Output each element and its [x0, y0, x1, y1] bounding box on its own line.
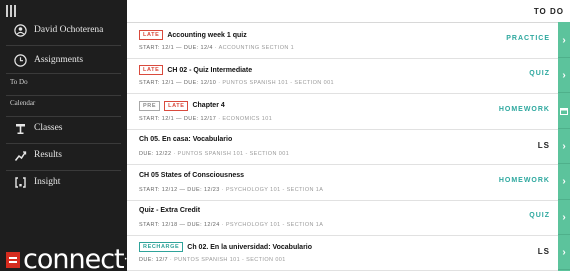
assignment-course: PUNTOS SPANISH 101 - SECTION 001 — [222, 80, 334, 87]
connect-logo: connect • — [6, 246, 127, 273]
sidebar-item-calendar[interactable]: Calendar — [0, 90, 127, 116]
assignment-course: PUNTOS SPANISH 101 - SECTION 001 — [174, 257, 286, 264]
sidebar-item-label: Results — [34, 150, 62, 160]
assignment-type: HOMEWORK — [498, 105, 550, 113]
assignment-course: PSYCHOLOGY 101 - SECTION 1A — [225, 222, 324, 228]
assignment-title[interactable]: Quiz - Extra Credit — [139, 207, 200, 214]
assignment-title[interactable]: CH 02 - Quiz Intermediate — [167, 67, 252, 74]
assignment-type: LS — [537, 247, 550, 257]
assignment-title[interactable]: Ch 05. En casa: Vocabulario — [139, 136, 232, 143]
assignment-dates: DUE: 12/7 — [139, 257, 168, 264]
chevron-right-icon[interactable]: › — [558, 235, 570, 271]
sidebar-item-profile[interactable]: David Ochoterena — [0, 17, 127, 43]
insight-bracket-icon — [6, 176, 34, 189]
assignment-row[interactable]: Ch 05. En casa: Vocabulario DUE: 12/22 · … — [127, 129, 558, 166]
sidebar-item-label: Classes — [34, 123, 63, 133]
calendar-icon[interactable] — [558, 94, 570, 129]
assignment-type: HOMEWORK — [498, 176, 550, 184]
assignment-dates: START: 12/1 — DUE: 12/10 — [139, 80, 217, 87]
assignment-dates: DUE: 12/22 — [139, 151, 172, 158]
chevron-right-icon[interactable]: › — [558, 23, 570, 58]
assignment-title[interactable]: Chapter 4 — [192, 102, 224, 109]
divider — [6, 45, 121, 46]
assignment-row[interactable]: LATE CH 02 - Quiz Intermediate START: 12/1… — [127, 58, 558, 95]
todo-panel: TO DO LATE Accounting week 1 quiz START: 1… — [127, 0, 570, 272]
assignment-course: PSYCHOLOGY 101 - SECTION 1A — [225, 186, 324, 193]
assignment-dates: START: 12/1 — DUE: 12/4 — [139, 45, 213, 51]
pre-badge: PRE — [139, 100, 161, 111]
clock-icon — [6, 53, 34, 67]
chevron-right-icon[interactable]: › — [558, 129, 570, 165]
user-circle-icon — [6, 23, 34, 37]
sidebar-item-label: Assignments — [34, 55, 84, 65]
assignment-course: PUNTOS SPANISH 101 - SECTION 001 — [177, 151, 290, 158]
sidebar: David Ochoterena Assignments To Do Calen… — [0, 0, 127, 273]
assignment-type: PRACTICE — [506, 35, 550, 42]
late-badge: LATE — [139, 30, 164, 40]
assignment-course: ECONOMICS 101 — [222, 115, 273, 122]
late-badge: LATE — [164, 100, 189, 111]
assignment-row[interactable]: PRE LATE Chapter 4 START: 12/1 — DUE: 12/17… — [127, 94, 558, 130]
assignment-type: QUIZ — [529, 70, 550, 78]
lectern-icon — [6, 122, 34, 135]
assignment-row[interactable]: CH 05 States of Consciousness START: 12/1… — [127, 165, 558, 201]
sidebar-item-label: David Ochoterena — [34, 25, 104, 35]
assignment-dates: START: 12/1 — DUE: 12/17 — [139, 115, 217, 122]
chevron-right-icon[interactable]: › — [558, 200, 570, 235]
assignment-type: LS — [537, 141, 550, 151]
assignment-row[interactable]: LATE Accounting week 1 quiz START: 12/1 — … — [127, 23, 558, 59]
assignment-type: QUIZ — [529, 212, 550, 219]
panel-header: TO DO — [127, 0, 570, 23]
assignment-title[interactable]: Ch 02. En la universidad: Vocabulario — [187, 244, 312, 251]
brand-name: connect — [23, 244, 125, 275]
trend-up-icon — [6, 149, 34, 162]
assignment-dates: START: 12/18 — DUE: 12/24 — [139, 222, 220, 228]
assignment-title[interactable]: CH 05 States of Consciousness — [139, 172, 244, 179]
assignment-course: ACCOUNTING SECTION 1 — [218, 45, 295, 51]
sidebar-item-results[interactable]: Results — [0, 142, 127, 168]
mcgraw-hill-logo-icon — [6, 251, 20, 268]
assignment-row[interactable]: Quiz - Extra Credit START: 12/18 — DUE: 1… — [127, 200, 558, 236]
recharge-badge: RECHARGE — [139, 242, 184, 253]
menu-icon[interactable] — [6, 5, 16, 17]
assignment-row[interactable]: RECHARGE Ch 02. En la universidad: Vocabu… — [127, 235, 558, 272]
assignment-dates: START: 12/12 — DUE: 12/23 — [139, 186, 220, 193]
sidebar-item-insight[interactable]: Insight — [0, 169, 127, 195]
sidebar-item-label: Insight — [34, 177, 61, 187]
sidebar-item-label: To Do — [10, 78, 28, 86]
chevron-right-icon[interactable]: › — [558, 58, 570, 94]
page-title: TO DO — [533, 7, 564, 16]
sidebar-item-classes[interactable]: Classes — [0, 115, 127, 141]
late-badge: LATE — [139, 65, 164, 76]
assignment-title[interactable]: Accounting week 1 quiz — [167, 32, 246, 39]
sidebar-item-label: Calendar — [10, 99, 36, 107]
chevron-right-icon[interactable]: › — [558, 165, 570, 200]
